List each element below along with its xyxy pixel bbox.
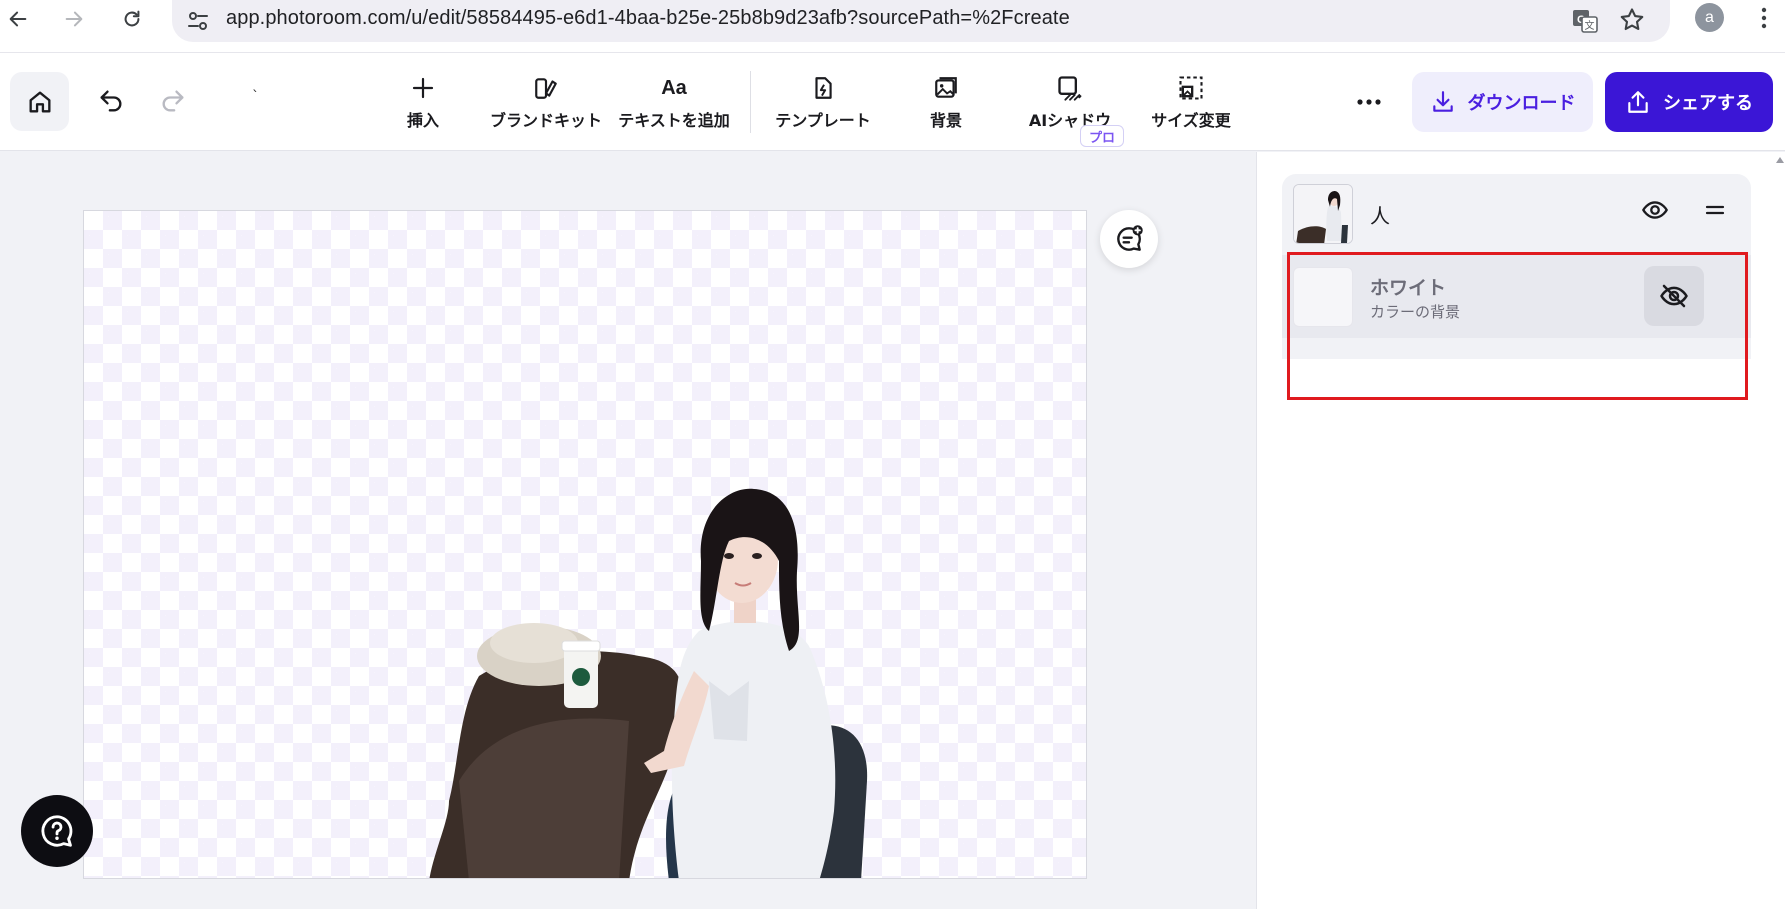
undo-icon [100,90,122,112]
redo-icon [162,90,184,112]
svg-text:文: 文 [1585,19,1595,32]
comment-add-icon [1117,225,1143,251]
download-icon [1432,91,1453,112]
artboard[interactable] [83,210,1087,879]
layer-person[interactable]: 人 [1282,174,1751,246]
add-text-tool[interactable]: Aa テキストを追加 [618,73,730,131]
brand-kit-icon [533,73,559,103]
layer-name: ホワイト [1370,277,1447,299]
add-text-label: テキストを追加 [618,111,730,130]
layers-list: 人 ホワイト カラーの背景 [1282,174,1751,359]
url-text[interactable]: app.photoroom.com/u/edit/58584495-e6d1-4… [226,7,1070,30]
resize-icon [1177,73,1205,103]
brand-kit-label: ブランドキット [490,111,603,130]
address-bar[interactable]: app.photoroom.com/u/edit/58584495-e6d1-4… [172,0,1670,42]
more-options-icon[interactable] [1350,83,1388,121]
add-comment-button[interactable] [1100,210,1158,268]
drag-handle-icon[interactable] [1695,190,1735,230]
template-label: テンプレート [775,111,871,130]
share-icon [1628,91,1648,113]
background-image-icon [932,73,960,103]
help-chat-icon [41,815,73,847]
template-tool[interactable]: テンプレート [775,73,871,131]
brand-kit-tool[interactable]: ブランドキット [490,73,602,131]
layer-subtitle: カラーの背景 [1370,303,1461,321]
download-button[interactable]: ダウンロード [1412,72,1593,132]
insert-tool[interactable]: 挿入 [400,73,446,131]
kebab-menu-icon[interactable] [1752,4,1776,32]
layer-white-background[interactable]: ホワイト カラーの背景 [1282,255,1751,338]
undo-button[interactable] [93,83,129,119]
text-aa-icon: Aa [661,77,687,99]
toolbar-divider [750,71,751,133]
scroll-up-arrow-icon[interactable] [1775,155,1785,165]
layer-name: 人 [1370,204,1390,228]
star-icon[interactable] [1618,6,1646,34]
template-icon [810,73,836,103]
ai-shadow-icon [1056,73,1084,103]
home-icon [29,91,50,113]
redo-button[interactable] [155,83,191,119]
share-button[interactable]: シェアする [1605,72,1773,132]
cutout-subject-image[interactable] [429,481,929,879]
help-button[interactable] [21,795,93,867]
ai-shadow-tool[interactable]: AIシャドウ [1029,73,1111,131]
back-arrow-icon[interactable] [2,3,34,35]
pro-badge: プロ [1080,125,1125,147]
browser-bar: app.photoroom.com/u/edit/58584495-e6d1-4… [0,0,1785,53]
background-tool[interactable]: 背景 [928,73,964,131]
forward-arrow-icon[interactable] [58,3,90,35]
translate-icon[interactable]: G文 [1570,6,1600,36]
site-settings-icon[interactable] [186,9,210,33]
resize-label: サイズ変更 [1151,111,1231,130]
download-label: ダウンロード [1467,93,1576,114]
color-swatch [1293,267,1353,327]
profile-avatar[interactable]: a [1695,3,1724,32]
reload-icon[interactable] [116,3,148,35]
eye-icon[interactable] [1635,190,1675,230]
share-label: シェアする [1663,93,1753,114]
tick-mark: ` [252,89,259,105]
eye-off-icon[interactable] [1644,266,1704,326]
plus-icon [411,73,435,103]
layer-thumbnail [1293,184,1353,244]
layers-panel: 人 ホワイト カラーの背景 [1256,152,1785,909]
resize-tool[interactable]: サイズ変更 [1151,73,1231,131]
background-label: 背景 [929,111,962,130]
insert-label: 挿入 [406,111,439,130]
home-button[interactable] [10,72,69,131]
